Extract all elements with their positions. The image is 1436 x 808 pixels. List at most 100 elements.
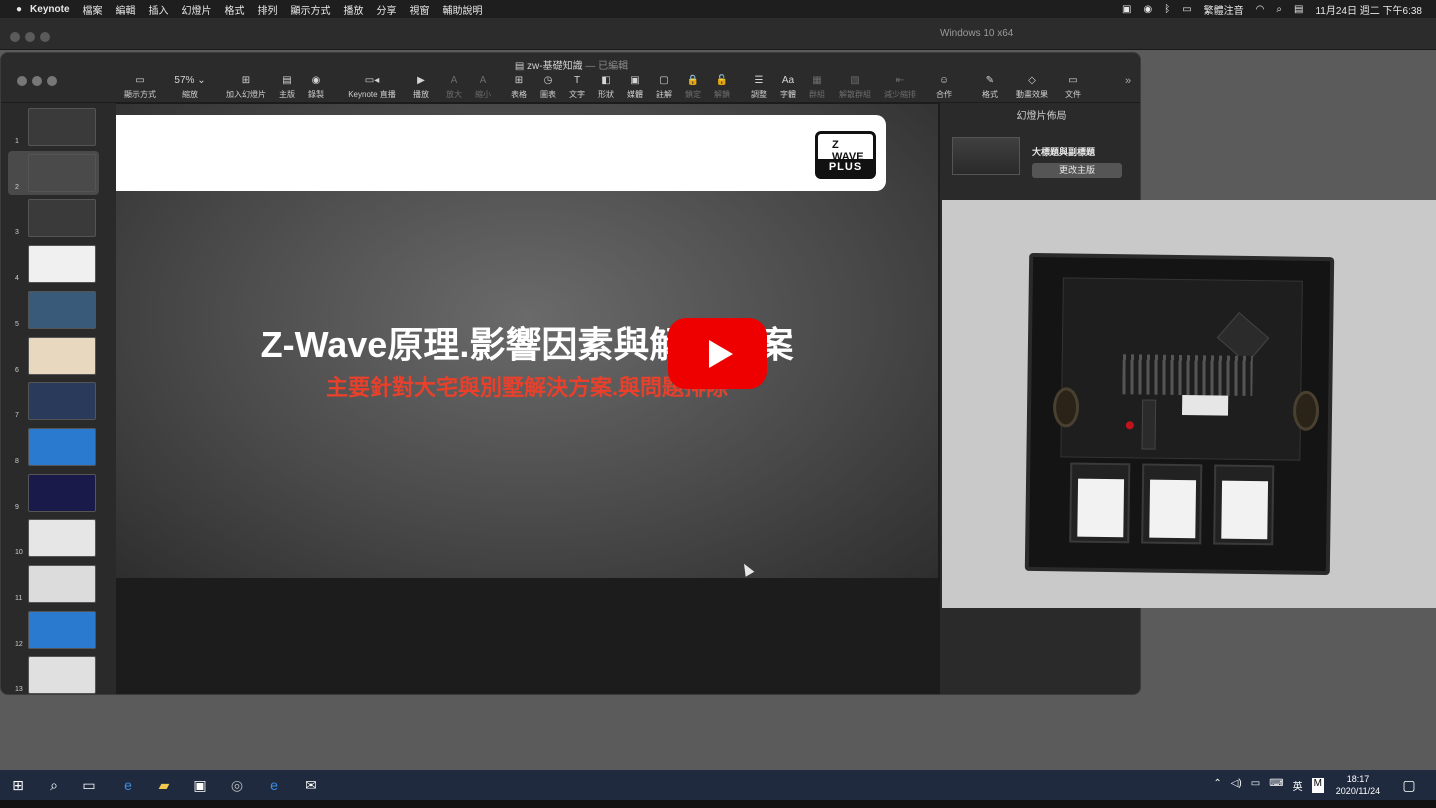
layout-thumbnail[interactable] bbox=[952, 137, 1020, 175]
video-play-button[interactable] bbox=[668, 318, 767, 389]
toolbar-button-5[interactable]: ▭◂ Keynote 直播 bbox=[346, 75, 398, 100]
circuit-board bbox=[1060, 277, 1303, 461]
toolbar-button-19[interactable]: ▦ 群組 bbox=[797, 75, 837, 100]
menu-item-help[interactable]: 輔助說明 bbox=[443, 2, 483, 17]
edge-icon[interactable]: e bbox=[119, 776, 137, 794]
menu-item-view[interactable]: 顯示方式 bbox=[291, 2, 331, 17]
menu-item-file[interactable]: 檔案 bbox=[83, 2, 103, 17]
slide-thumbnail[interactable] bbox=[28, 336, 96, 375]
toolbar-icon: A bbox=[479, 75, 487, 86]
slide-thumbnail[interactable] bbox=[28, 565, 96, 603]
screen-record-icon[interactable]: ▣ bbox=[1122, 4, 1131, 15]
doc-status: — 已編輯 bbox=[585, 61, 629, 72]
bluetooth-icon[interactable]: ᛒ bbox=[1164, 4, 1170, 15]
battery-icon[interactable]: ▭ bbox=[1182, 4, 1191, 15]
toolbar-label: 加入幻燈片 bbox=[226, 90, 266, 99]
toolbar-label: 播放 bbox=[413, 90, 429, 99]
slide-thumbnail[interactable] bbox=[28, 108, 96, 146]
host-window-controls[interactable] bbox=[10, 29, 55, 47]
keyboard-icon[interactable]: ⌨ bbox=[1269, 778, 1283, 793]
search-icon[interactable]: ⌕ bbox=[1276, 4, 1282, 15]
slide-thumbnail[interactable] bbox=[28, 382, 96, 421]
toolbar-button-24[interactable]: ◇ 動畫效果 bbox=[1012, 75, 1052, 100]
toolbar-button-21[interactable]: ⇤ 減少縮排 bbox=[880, 75, 920, 100]
chevron-up-icon[interactable]: ⌃ bbox=[1213, 778, 1221, 793]
menu-item-format[interactable]: 格式 bbox=[225, 2, 245, 17]
ime-indicator[interactable]: 英 bbox=[1293, 778, 1303, 793]
notifications-icon[interactable]: ▢ bbox=[1400, 776, 1418, 794]
slide-thumbnail[interactable] bbox=[28, 656, 96, 694]
doc-name: zw-基礎知識 bbox=[527, 61, 583, 72]
search-icon[interactable]: ⌕ bbox=[45, 776, 63, 794]
toolbar-icon: ▦ bbox=[812, 75, 822, 86]
toolbar-label: 合作 bbox=[936, 90, 952, 99]
toolbar-button-16[interactable]: 🔓 解鎖 bbox=[702, 75, 742, 100]
menu-item-window[interactable]: 視窗 bbox=[410, 2, 430, 17]
apple-menu-icon[interactable]: ● bbox=[16, 4, 22, 15]
control-center-icon[interactable]: ▤ bbox=[1294, 4, 1303, 15]
menu-item-share[interactable]: 分享 bbox=[377, 2, 397, 17]
toolbar-icon: 🔓 bbox=[715, 75, 729, 86]
volume-icon[interactable]: ◁) bbox=[1231, 778, 1242, 793]
toolbar-button-1[interactable]: 57% ⌄ 縮放 bbox=[170, 75, 210, 100]
slide-thumbnail[interactable] bbox=[28, 199, 96, 238]
store-icon[interactable]: ▣ bbox=[191, 776, 209, 794]
slide-thumbnail[interactable] bbox=[28, 290, 96, 329]
keynote-window-controls[interactable] bbox=[17, 73, 62, 91]
toolbar-icon: ▭◂ bbox=[364, 75, 380, 86]
menu-item-play[interactable]: 播放 bbox=[344, 2, 364, 17]
toolbar-icon: ◇ bbox=[1028, 75, 1036, 86]
toolbar-label: 鎖定 bbox=[685, 90, 701, 99]
toolbar-button-2[interactable]: ⊞ 加入幻燈片 bbox=[224, 75, 268, 100]
internet-explorer-icon[interactable]: e bbox=[265, 776, 283, 794]
app-icon[interactable]: ◎ bbox=[228, 776, 246, 794]
toolbar-icon: ⇤ bbox=[895, 75, 905, 86]
wechat-icon[interactable]: ◉ bbox=[1143, 4, 1152, 15]
menu-item-insert[interactable]: 插入 bbox=[149, 2, 169, 17]
menu-app-name[interactable]: Keynote bbox=[30, 4, 69, 15]
menu-item-edit[interactable]: 編輯 bbox=[116, 2, 136, 17]
input-method[interactable]: 繁體注音 bbox=[1204, 2, 1244, 17]
toolbar-label: 調整 bbox=[751, 90, 767, 99]
bottom-edge bbox=[0, 800, 1436, 808]
toolbar-icon: ☺ bbox=[938, 75, 950, 86]
wifi-icon[interactable]: ◠ bbox=[1256, 4, 1265, 15]
toolbar-button-25[interactable]: ▭ 文件 bbox=[1053, 75, 1093, 100]
file-explorer-icon[interactable]: ▰ bbox=[155, 776, 173, 794]
ime-mode[interactable]: M bbox=[1311, 778, 1324, 793]
toolbar-label: 表格 bbox=[511, 90, 527, 99]
toolbar-button-22[interactable]: ☺ 合作 bbox=[924, 75, 964, 100]
keynote-toolbar: ▤ zw-基礎知識 — 已編輯 ▭ 顯示方式 57% ⌄ 縮放 ⊞ 加入幻燈片 ▤ 主版 ◉ 錄製… bbox=[1, 53, 1140, 103]
windows-start-icon[interactable]: ⊞ bbox=[9, 776, 27, 794]
toolbar-label: 文件 bbox=[1065, 90, 1081, 99]
toolbar-icon: ▧ bbox=[850, 75, 860, 86]
slide-thumbnail[interactable] bbox=[28, 519, 96, 558]
toolbar-button-23[interactable]: ✎ 格式 bbox=[970, 75, 1010, 100]
change-master-button[interactable]: 更改主版 bbox=[1032, 163, 1122, 178]
toolbar-label: 字體 bbox=[780, 90, 796, 99]
toolbar-label: 格式 bbox=[982, 90, 998, 99]
menu-item-slide[interactable]: 幻燈片 bbox=[182, 2, 212, 17]
toolbar-button-0[interactable]: ▭ 顯示方式 bbox=[120, 75, 160, 100]
menu-item-arrange[interactable]: 排列 bbox=[258, 2, 278, 17]
slide-thumbnail[interactable] bbox=[28, 427, 96, 466]
slide-thumbnail[interactable] bbox=[28, 245, 96, 284]
taskbar-date: 2020/11/24 bbox=[1335, 786, 1381, 796]
taskbar-clock[interactable]: 18:17 2020/11/24 bbox=[1328, 773, 1388, 797]
toolbar-label: 主版 bbox=[279, 90, 295, 99]
network-icon[interactable]: ▭ bbox=[1251, 778, 1260, 793]
mail-icon[interactable]: ✉ bbox=[302, 776, 320, 794]
toolbar-label: 錄製 bbox=[308, 90, 324, 99]
toolbar-overflow-icon[interactable]: » bbox=[1125, 75, 1131, 87]
toolbar-label: 形狀 bbox=[598, 90, 614, 99]
toolbar-button-8[interactable]: A 縮小 bbox=[463, 75, 503, 100]
toolbar-button-4[interactable]: ◉ 錄製 bbox=[296, 75, 336, 100]
slide-number: 3 bbox=[15, 229, 19, 237]
slide-thumbnail[interactable] bbox=[28, 610, 96, 649]
toolbar-label: 縮放 bbox=[182, 90, 198, 99]
toolbar-button-20[interactable]: ▧ 解散群組 bbox=[835, 75, 875, 100]
task-view-icon[interactable]: ▭ bbox=[80, 776, 98, 794]
menu-clock[interactable]: 11月24日 週二 下午6:38 bbox=[1315, 2, 1422, 17]
slide-thumbnail[interactable] bbox=[28, 473, 96, 512]
slide-thumbnail[interactable] bbox=[28, 153, 96, 192]
